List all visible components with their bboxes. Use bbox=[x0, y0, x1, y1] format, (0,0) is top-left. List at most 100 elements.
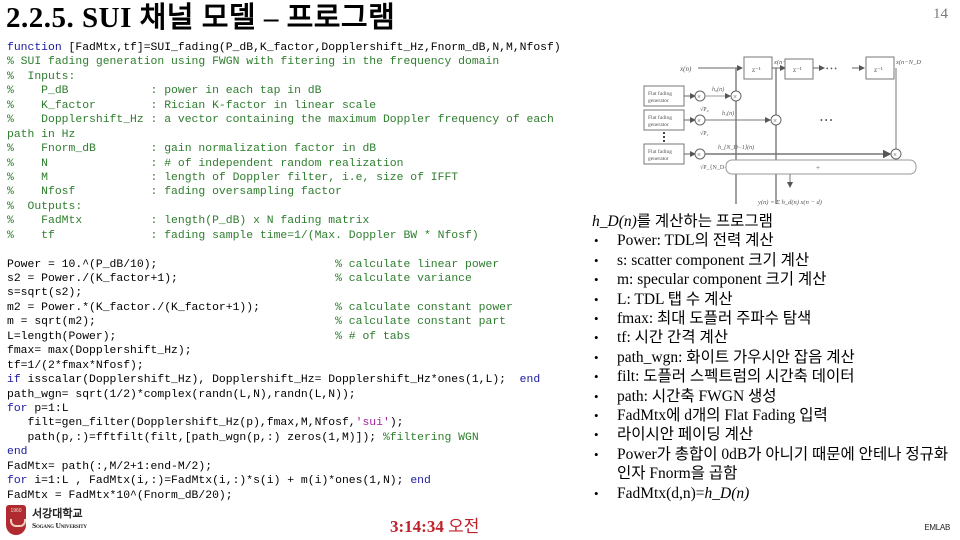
code-keyword: end bbox=[519, 374, 541, 387]
svg-text:• • •: • • • bbox=[820, 116, 833, 125]
code-text: path_wgn= sqrt(1/2)*complex(randn(L,N),r… bbox=[7, 388, 356, 401]
page-number: 14 bbox=[933, 6, 948, 22]
code-line: m2 = Power.*(K_factor./(K_factor+1)); % … bbox=[7, 301, 561, 315]
code-line: FadMtx= path(:,M/2+1:end-M/2); bbox=[7, 460, 561, 474]
logo-english: Sogang University bbox=[32, 521, 87, 530]
tdl-block-diagram: x(n) z⁻¹ x(n−1) z⁻¹ • • • z⁻¹ x(n−N_D+1)… bbox=[643, 56, 922, 206]
list-item-text: FadMtx(d,n)= bbox=[617, 484, 705, 502]
svg-text:generator: generator bbox=[648, 98, 669, 104]
code-text: s2 = Power./(K_factor+1); bbox=[7, 273, 336, 285]
explanation-list: h_D(n)를 계산하는 프로그램 Power: TDL의 전력 계산s: sc… bbox=[592, 212, 957, 504]
code-line: % tf : fading sample time=1/(Max. Dopple… bbox=[7, 229, 561, 243]
list-item: FadMtx(d,n)=h_D(n) bbox=[592, 484, 957, 504]
code-line: % N : # of independent random realizatio… bbox=[7, 157, 561, 171]
code-text: fmax= max(Dopplershift_Hz); bbox=[7, 345, 192, 358]
svg-text:+: + bbox=[816, 164, 820, 172]
code-text: tf=1/(2*fmax*Nfosf); bbox=[7, 359, 144, 372]
code-line: L=length(Power); % # of tabs bbox=[7, 330, 561, 344]
code-line: % P_dB : power in each tap in dB bbox=[7, 84, 561, 98]
svg-text:generator: generator bbox=[648, 122, 669, 128]
code-line: Power = 10.^(P_dB/10); % calculate linea… bbox=[7, 258, 561, 272]
list-item: fmax: 최대 도플러 주파수 탐색 bbox=[592, 309, 957, 329]
code-text: s=sqrt(s2); bbox=[7, 287, 83, 300]
clock-readout: 3:14:34 오전 bbox=[390, 512, 479, 537]
code-comment: % FadMtx : length(P_dB) x N fading matri… bbox=[7, 215, 370, 228]
flat-fading-generator-3: Flat fading generator bbox=[643, 143, 685, 165]
channel-label-1: h₀(n) bbox=[712, 86, 724, 93]
code-text: [FadMtx,tf]=SUI_fading(P_dB,K_factor,Dop… bbox=[61, 42, 561, 54]
code-line: FadMtx = FadMtx*10^(Fnorm_dB/20); bbox=[7, 489, 561, 503]
code-comment: % SUI fading generation using FWGN with … bbox=[7, 56, 500, 69]
svg-text:×: × bbox=[893, 151, 897, 159]
list-item: Power: TDL의 전력 계산 bbox=[592, 231, 957, 251]
code-comment: % calculate constant power bbox=[335, 301, 513, 314]
svg-text:Flat fading: Flat fading bbox=[648, 148, 672, 155]
code-text: L=length(Power); bbox=[7, 330, 336, 343]
delay-label-2: z⁻¹ bbox=[793, 66, 802, 74]
delay-label-3: z⁻¹ bbox=[874, 66, 883, 74]
gain-label-1: √P₀ bbox=[700, 106, 709, 113]
code-line: % K_factor : Rician K-factor in linear s… bbox=[7, 99, 561, 113]
diagram-input-label: x(n) bbox=[679, 65, 692, 73]
code-keyword: end bbox=[7, 446, 28, 459]
flat-fading-generator-1: Flat fading generator bbox=[643, 85, 685, 107]
logo-korean: 서강대학교 bbox=[32, 507, 83, 520]
shield-icon: 1960 bbox=[6, 505, 26, 535]
gain-label-2: √P₁ bbox=[700, 130, 709, 137]
code-keyword: if bbox=[7, 374, 21, 387]
code-line: function [FadMtx,tf]=SUI_fading(P_dB,K_f… bbox=[7, 41, 561, 55]
code-comment: % P_dB : power in each tap in dB bbox=[7, 85, 322, 98]
svg-text:×: × bbox=[697, 93, 701, 101]
svg-text:×: × bbox=[697, 151, 701, 159]
code-comment: % Fnorm_dB : gain normalization factor i… bbox=[7, 143, 377, 156]
svg-text:×: × bbox=[697, 117, 701, 125]
code-line: fmax= max(Dopplershift_Hz); bbox=[7, 344, 561, 358]
list-item: m: specular component 크기 계산 bbox=[592, 270, 957, 290]
tap-label-2: x(n−N_D+1) bbox=[895, 59, 922, 66]
output-formula: y(n) = Σ h_d(n) x(n − d) bbox=[757, 199, 822, 206]
delay-label-1: z⁻¹ bbox=[752, 66, 761, 74]
code-comment: % Outputs: bbox=[7, 200, 83, 213]
list-item: filt: 도플러 스펙트럼의 시간축 데이터 bbox=[592, 367, 957, 387]
code-comment: % M : length of Doppler filter, i.e, siz… bbox=[7, 171, 459, 184]
code-line: % Inputs: bbox=[7, 70, 561, 84]
code-text: isscalar(Dopplershift_Hz), Dopplershift_… bbox=[20, 374, 520, 387]
code-string: 'sui' bbox=[355, 417, 390, 430]
code-line: s2 = Power./(K_factor+1); % calculate va… bbox=[7, 272, 561, 286]
svg-text:Flat fading: Flat fading bbox=[648, 90, 672, 97]
matlab-code-block: function [FadMtx,tf]=SUI_fading(P_dB,K_f… bbox=[7, 41, 561, 503]
code-keyword: end bbox=[410, 475, 431, 488]
list-item-math: h_D(n) bbox=[704, 484, 750, 502]
summer-block bbox=[725, 159, 917, 175]
list-item: L: TDL 탭 수 계산 bbox=[592, 290, 957, 310]
code-line: tf=1/(2*fmax*Nfosf); bbox=[7, 359, 561, 373]
list-item: path: 시간축 FWGN 생성 bbox=[592, 387, 957, 407]
code-comment: % calculate linear power bbox=[335, 258, 500, 271]
heading-math: h_D(n) bbox=[592, 213, 637, 230]
code-line: path in Hz bbox=[7, 128, 561, 142]
code-line: % SUI fading generation using FWGN with … bbox=[7, 55, 561, 69]
code-comment: % Dopplershift_Hz : a vector containing … bbox=[7, 114, 554, 127]
code-comment: % # of tabs bbox=[335, 330, 411, 343]
svg-text:×: × bbox=[773, 117, 777, 125]
code-text: i=1:L , FadMtx(i,:)=FadMtx(i,:)*s(i) + m… bbox=[27, 475, 411, 488]
delay-ellipsis: • • • bbox=[826, 65, 837, 73]
channel-label-2: h₁(n) bbox=[722, 110, 734, 117]
flat-fading-generator-2: Flat fading generator bbox=[643, 109, 685, 131]
code-comment: path in Hz bbox=[7, 128, 76, 141]
code-comment: % calculate variance bbox=[335, 273, 472, 285]
code-line: % Outputs: bbox=[7, 200, 561, 214]
code-comment: % K_factor : Rician K-factor in linear s… bbox=[7, 99, 377, 112]
code-line: for p=1:L bbox=[7, 402, 561, 416]
code-line: filt=gen_filter(Dopplershift_Hz(p),fmax,… bbox=[7, 416, 561, 430]
code-text: p=1:L bbox=[27, 402, 69, 415]
code-line: % Dopplershift_Hz : a vector containing … bbox=[7, 113, 561, 127]
code-line: % M : length of Doppler filter, i.e, siz… bbox=[7, 171, 561, 185]
code-keyword: for bbox=[7, 475, 28, 488]
code-line: for i=1:L , FadMtx(i,:)=FadMtx(i,:)*s(i)… bbox=[7, 474, 561, 488]
list-heading: h_D(n)를 계산하는 프로그램 bbox=[592, 213, 773, 230]
list-item: Power가 총합이 0dB가 아니기 때문에 안테나 정규화인자 Fnorm을… bbox=[592, 445, 957, 484]
code-line: % Fnorm_dB : gain normalization factor i… bbox=[7, 142, 561, 156]
code-keyword: for bbox=[7, 402, 28, 415]
code-text: m = sqrt(m2); bbox=[7, 316, 336, 329]
